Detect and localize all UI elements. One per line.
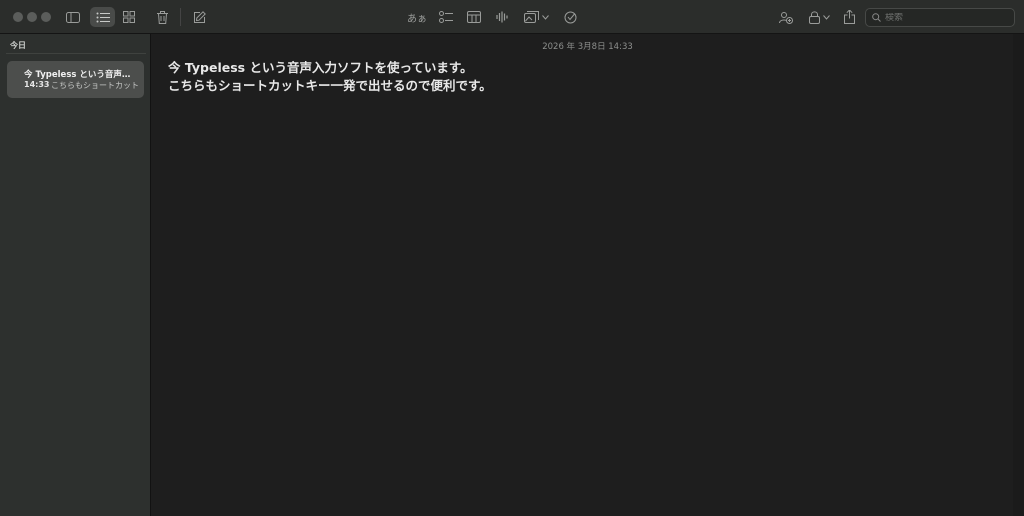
note-preview: こちらもショートカット bbox=[51, 81, 139, 90]
note-editor[interactable]: 2026 年 3月8日 14:33 今 Typeless という音声入力ソフトを… bbox=[151, 34, 1024, 516]
search-input[interactable] bbox=[885, 12, 1005, 23]
collaborate-button[interactable] bbox=[561, 7, 579, 27]
note-text-line[interactable]: こちらもショートカットキー一発で出せるので便利です。 bbox=[168, 75, 492, 94]
waveform-icon bbox=[496, 11, 508, 23]
format-button[interactable]: あぁ bbox=[405, 7, 429, 27]
photo-icon bbox=[523, 11, 539, 23]
grid-icon bbox=[123, 11, 135, 23]
close-window-button[interactable] bbox=[13, 12, 23, 22]
media-insert-button[interactable] bbox=[522, 7, 550, 27]
sidebar-icon bbox=[66, 11, 80, 23]
toolbar-separator bbox=[180, 8, 181, 26]
table-button[interactable] bbox=[465, 7, 483, 27]
lock-icon bbox=[808, 10, 820, 24]
gallery-view-button[interactable] bbox=[119, 7, 139, 27]
section-header-today: 今日 bbox=[10, 41, 26, 50]
checklist-icon bbox=[439, 10, 453, 23]
lock-note-button[interactable] bbox=[806, 7, 832, 27]
zoom-window-button[interactable] bbox=[41, 12, 51, 22]
share-button[interactable] bbox=[841, 7, 857, 27]
note-text-line[interactable]: 今 Typeless という音声入力ソフトを使っています。 bbox=[168, 57, 473, 76]
list-icon bbox=[96, 12, 110, 22]
sidebar-toggle-button[interactable] bbox=[63, 7, 83, 27]
audio-record-button[interactable] bbox=[493, 7, 511, 27]
list-item[interactable]: 今 Typeless という音声… 14:33 こちらもショートカット bbox=[7, 61, 144, 98]
new-note-button[interactable] bbox=[191, 7, 209, 27]
table-icon bbox=[467, 11, 481, 23]
compose-icon bbox=[194, 11, 206, 23]
checklist-button[interactable] bbox=[437, 7, 455, 27]
search-field[interactable] bbox=[865, 8, 1015, 27]
delete-note-button[interactable] bbox=[153, 7, 171, 27]
trash-icon bbox=[156, 10, 168, 24]
chevron-down-icon bbox=[822, 14, 830, 20]
notes-list-sidebar: 今日 今 Typeless という音声… 14:33 こちらもショートカット bbox=[0, 34, 151, 516]
search-icon bbox=[872, 13, 881, 22]
note-title: 今 Typeless という音声… bbox=[24, 70, 131, 80]
share-icon bbox=[843, 10, 855, 24]
toolbar: あぁ bbox=[0, 0, 1024, 34]
chevron-down-icon bbox=[541, 14, 549, 20]
share-people-button[interactable] bbox=[777, 7, 795, 27]
window-edge bbox=[1013, 34, 1024, 516]
minimize-window-button[interactable] bbox=[27, 12, 37, 22]
section-divider bbox=[6, 53, 146, 54]
people-icon bbox=[779, 11, 793, 24]
list-view-button[interactable] bbox=[90, 7, 115, 27]
note-date: 2026 年 3月8日 14:33 bbox=[542, 42, 633, 52]
link-circle-icon bbox=[564, 11, 576, 23]
note-time: 14:33 bbox=[24, 80, 50, 89]
notes-window: あぁ 検索 今日 今 Typeless という音声… 14:33 こちらもショー… bbox=[0, 0, 1024, 516]
